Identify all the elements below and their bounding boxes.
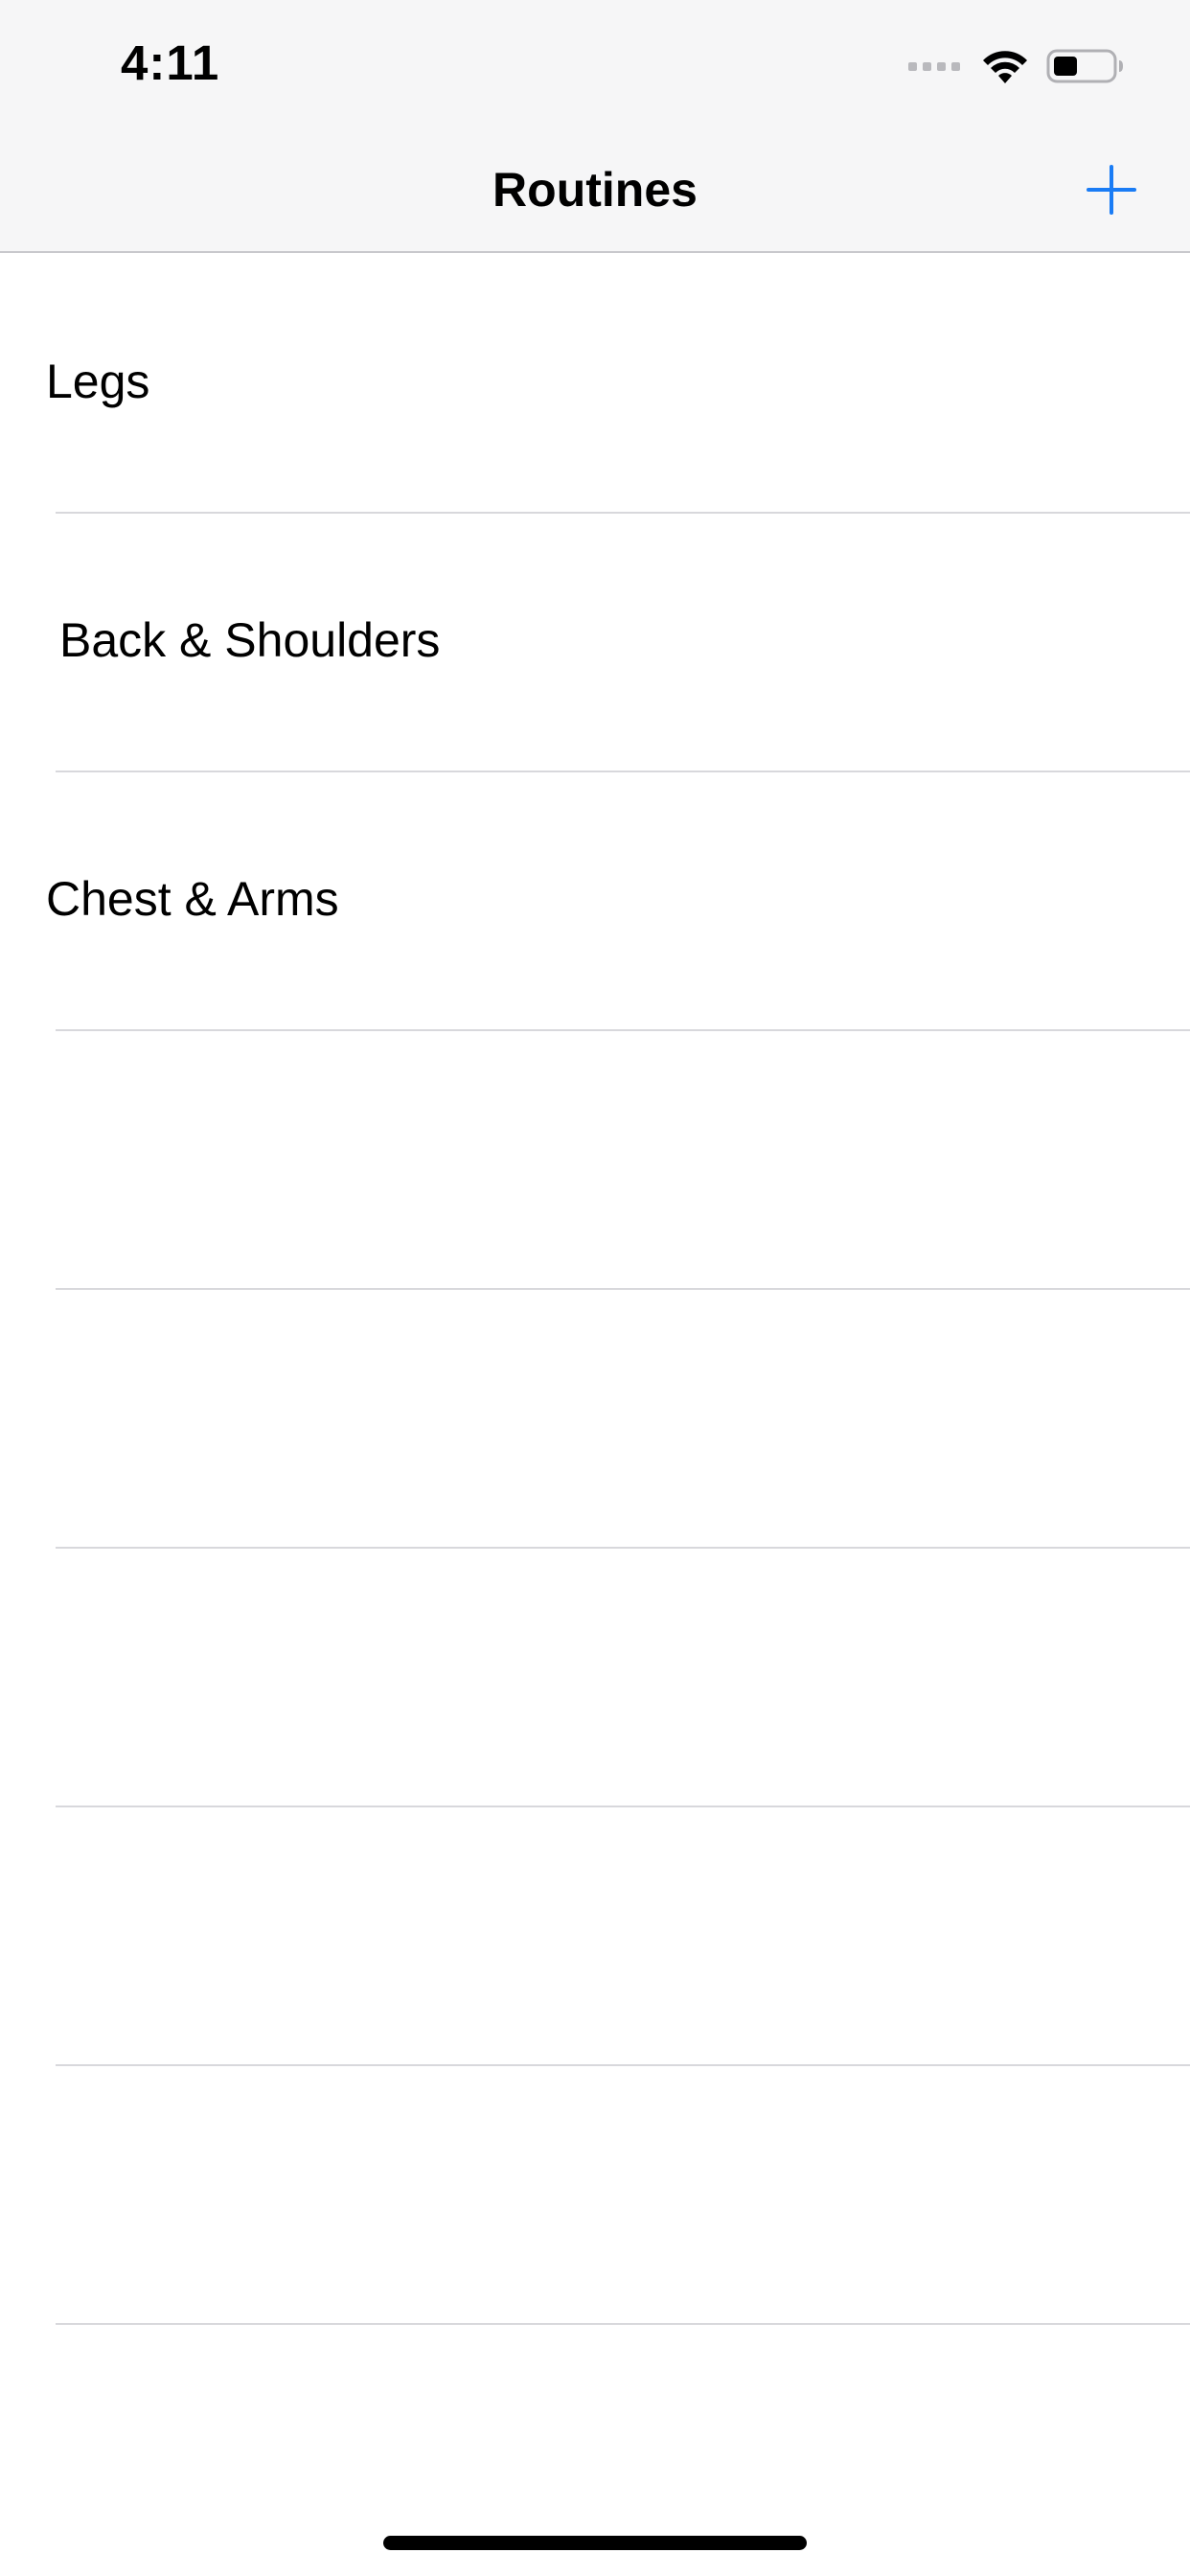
status-time: 4:11: [121, 35, 220, 90]
signal-dots-icon: [908, 61, 960, 71]
routines-list: Legs Back & Shoulders Chest & Arms: [0, 255, 1190, 2325]
routine-label: Back & Shoulders: [59, 613, 441, 667]
routine-row-chest-arms[interactable]: Chest & Arms: [0, 772, 1190, 1031]
plus-icon: [1087, 165, 1136, 215]
empty-row: [0, 1807, 1190, 2066]
empty-row: [0, 2066, 1190, 2325]
wifi-icon: [983, 51, 1027, 83]
routines-screen: 4:11 Routines Legs Back & Shoulders Ches…: [0, 0, 1190, 2576]
routine-row-back-shoulders[interactable]: Back & Shoulders: [0, 514, 1190, 772]
routine-row-legs[interactable]: Legs: [0, 255, 1190, 514]
routine-label: Legs: [46, 355, 150, 408]
top-bar: 4:11 Routines: [0, 0, 1190, 253]
empty-row: [0, 1549, 1190, 1807]
add-routine-button[interactable]: [1081, 159, 1142, 220]
empty-row: [0, 1031, 1190, 1290]
routine-label: Chest & Arms: [46, 872, 339, 926]
home-indicator[interactable]: [383, 2536, 807, 2550]
page-title: Routines: [492, 163, 698, 217]
empty-row: [0, 1290, 1190, 1549]
status-icons: [908, 42, 1125, 90]
battery-icon: [1046, 49, 1123, 83]
